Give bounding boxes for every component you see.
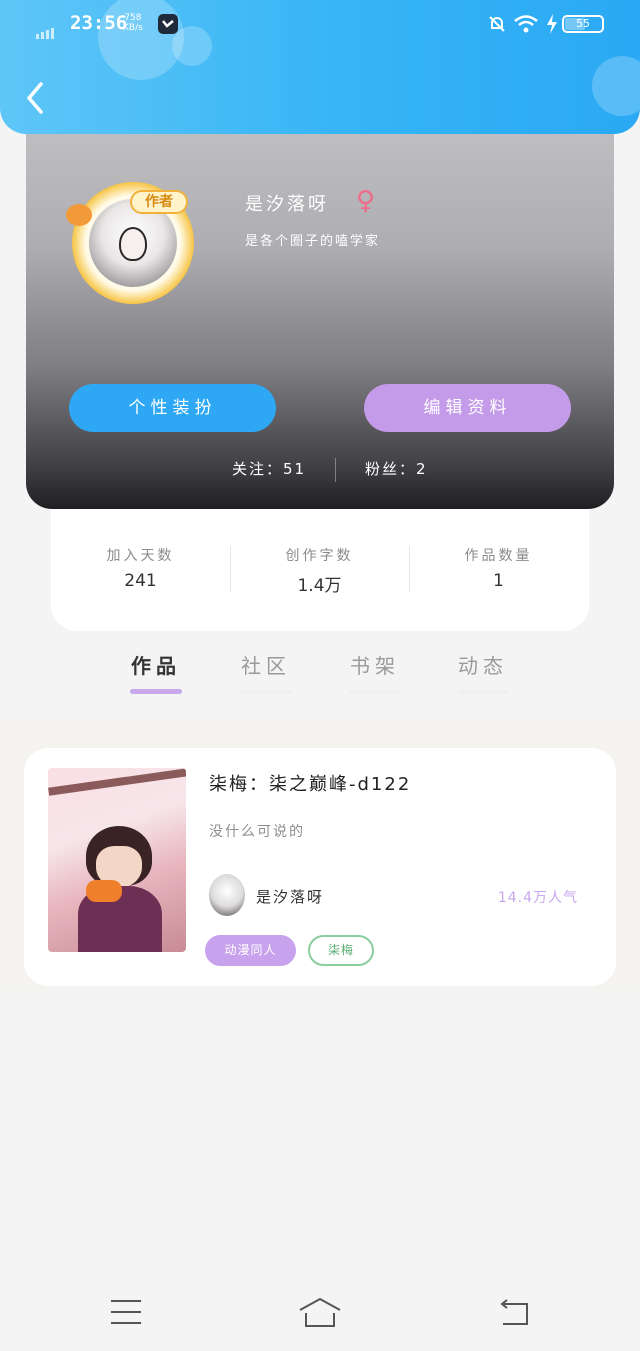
tab-activity[interactable]: 动态 [453, 650, 513, 694]
status-time: 23:56 [70, 12, 128, 34]
network-speed-unit: KB/s [123, 23, 143, 33]
profile-card: 作者 是汐落呀 ♀ 是各个圈子的嗑学家 个性装扮 编辑资料 关注：51 粉丝：2 [26, 106, 614, 509]
avatar[interactable]: 作者 [66, 182, 194, 304]
mute-bell-icon [489, 16, 505, 32]
stat-value: 241 [124, 571, 157, 591]
tab-indicator [240, 689, 292, 694]
work-title[interactable]: 柒梅：柒之巅峰-d122 [209, 770, 411, 796]
edit-profile-button[interactable]: 编辑资料 [364, 384, 571, 432]
female-icon: ♀ [356, 186, 376, 216]
decor-bubble [592, 56, 640, 116]
author-badge: 作者 [130, 190, 188, 214]
work-cover-image[interactable] [48, 768, 186, 952]
stat-value: 1 [493, 571, 504, 591]
tab-bookshelf[interactable]: 书架 [345, 650, 405, 694]
tab-community[interactable]: 社区 [236, 650, 296, 694]
profile-name: 是汐落呀 [245, 194, 329, 215]
chevron-left-icon[interactable] [22, 80, 52, 116]
tab-label: 动态 [458, 654, 508, 678]
follow-stats: 关注：51 粉丝：2 [26, 458, 614, 486]
following-count[interactable]: 关注：51 [232, 458, 306, 479]
stat-join-days: 加入天数 241 [51, 545, 230, 591]
wifi-icon [514, 15, 538, 33]
stat-label: 创作字数 [285, 548, 354, 564]
tab-label: 书架 [350, 654, 400, 678]
system-nav-bar [0, 1278, 640, 1351]
heart-decor-icon [66, 204, 92, 226]
cover-art-branch [48, 768, 186, 796]
network-speed: 758 KB/s [123, 13, 143, 33]
work-description: 没什么可说的 [209, 824, 305, 840]
work-popularity: 14.4万人气 [497, 890, 578, 906]
charging-icon [547, 14, 557, 34]
stat-label: 作品数量 [464, 548, 533, 564]
app-header: 23:56 758 KB/s 55 [0, 0, 640, 134]
fans-count[interactable]: 粉丝：2 [365, 458, 428, 479]
stat-value: 1.4万 [297, 576, 342, 596]
stat-label: 加入天数 [106, 548, 175, 564]
creator-stats-card: 加入天数 241 创作字数 1.4万 作品数量 1 [51, 498, 589, 631]
work-card[interactable]: 柒梅：柒之巅峰-d122 没什么可说的 是汐落呀 14.4万人气 动漫同人 柒梅 [24, 748, 616, 986]
tag-qimei[interactable]: 柒梅 [308, 935, 374, 966]
signal-icon [36, 20, 56, 39]
app-notification-icon [158, 14, 178, 34]
profile-bio: 是各个圈子的嗑学家 [245, 234, 381, 249]
tag-anime-fanfic[interactable]: 动漫同人 [205, 935, 296, 966]
tab-indicator [457, 689, 509, 694]
avatar-face [119, 227, 147, 261]
tab-indicator [130, 689, 182, 694]
tab-indicator [349, 689, 401, 694]
tab-works[interactable]: 作品 [126, 650, 186, 694]
tab-label: 社区 [241, 654, 291, 678]
author-avatar[interactable] [209, 874, 245, 916]
divider [335, 458, 336, 482]
battery-icon: 55 [562, 15, 604, 33]
return-icon[interactable] [497, 1298, 531, 1328]
stat-word-count: 创作字数 1.4万 [230, 545, 409, 596]
battery-level: 55 [576, 17, 590, 30]
menu-icon[interactable] [111, 1300, 141, 1326]
cover-art-scarf [86, 880, 122, 902]
status-bar: 23:56 758 KB/s 55 [0, 0, 640, 50]
profile-tabs: 作品 社区 书架 动态 [0, 650, 640, 706]
home-icon[interactable] [298, 1296, 342, 1330]
tab-label: 作品 [131, 654, 181, 678]
network-speed-value: 758 [124, 13, 142, 23]
dress-up-button[interactable]: 个性装扮 [69, 384, 276, 432]
stat-works-count: 作品数量 1 [409, 545, 588, 591]
work-author[interactable]: 是汐落呀 [256, 886, 324, 907]
